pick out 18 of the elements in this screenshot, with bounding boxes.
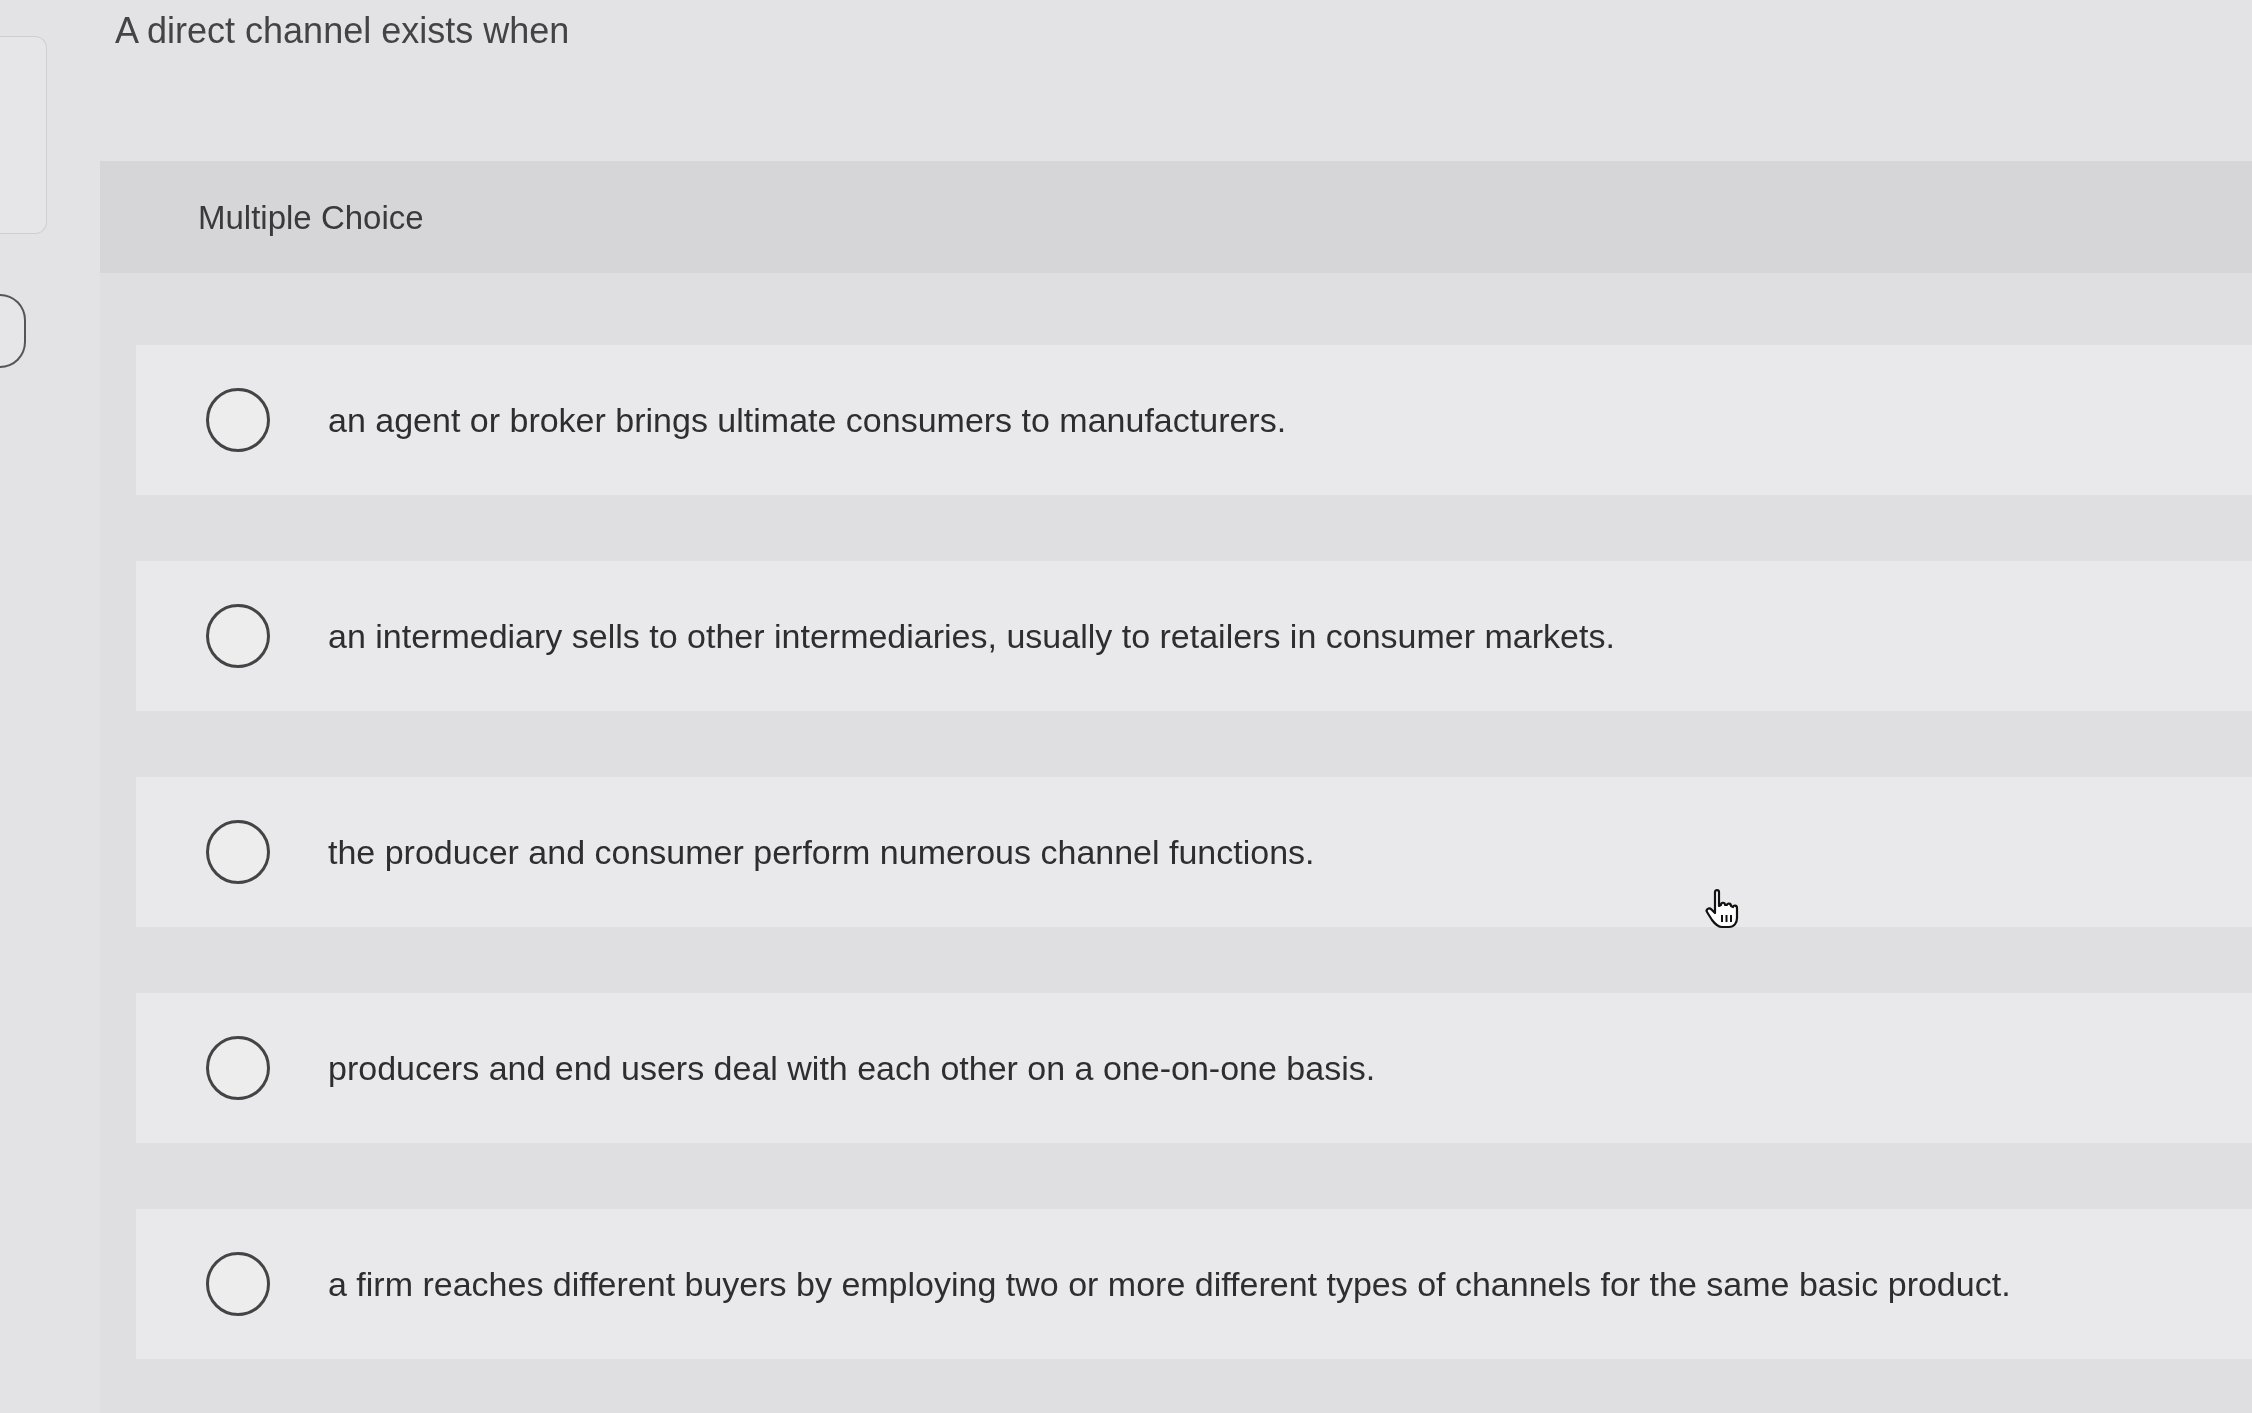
question-prompt: A direct channel exists when (115, 10, 570, 52)
radio-button[interactable] (206, 1036, 270, 1100)
radio-button[interactable] (206, 1252, 270, 1316)
option-text: producers and end users deal with each other on a one-on-one basis. (328, 1048, 1376, 1089)
answer-option[interactable]: the producer and consumer perform numerous channel functions. (136, 777, 2252, 927)
answer-option[interactable]: an agent or broker brings ultimate consumers to manufacturers. (136, 345, 2252, 495)
radio-button[interactable] (206, 604, 270, 668)
answer-option[interactable]: producers and end users deal with each other on a one-on-one basis. (136, 993, 2252, 1143)
answer-option[interactable]: a firm reaches different buyers by employing two or more different types of channels for the same basic product. (136, 1209, 2252, 1359)
option-text: the producer and consumer perform numerous channel functions. (328, 832, 1315, 873)
option-text: a firm reaches different buyers by employing two or more different types of channels for the same basic product. (328, 1264, 2011, 1305)
radio-button[interactable] (206, 388, 270, 452)
question-type-label: Multiple Choice (198, 200, 424, 236)
side-circle-button[interactable] (0, 294, 26, 368)
option-text: an agent or broker brings ultimate consumers to manufacturers. (328, 400, 1287, 441)
answer-option[interactable]: an intermediary sells to other intermediaries, usually to retailers in consumer markets. (136, 561, 2252, 711)
radio-button[interactable] (206, 820, 270, 884)
option-text: an intermediary sells to other intermediaries, usually to retailers in consumer markets. (328, 616, 1615, 657)
